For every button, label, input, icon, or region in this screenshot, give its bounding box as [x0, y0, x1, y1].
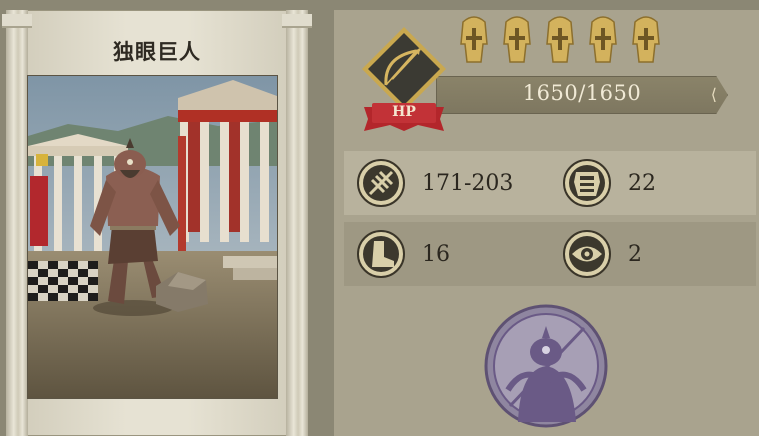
eye-icon — [563, 230, 611, 278]
stat-speed: 16 — [356, 229, 450, 279]
unit-name: 独眼巨人 — [113, 39, 201, 64]
stat-vision: 2 — [562, 229, 642, 279]
helmet-icon — [503, 16, 531, 63]
stat-row: 16 2 — [344, 222, 756, 286]
rank-helmets — [457, 14, 663, 74]
helmet-icon — [460, 16, 488, 63]
class-badge: HP — [358, 23, 450, 135]
helmet-icon — [589, 16, 617, 63]
stat-defense: 22 — [562, 158, 656, 208]
stat-row: 171-203 22 — [344, 151, 756, 215]
hp-value: 1650/1650 — [522, 81, 642, 105]
class-label: HP — [392, 104, 416, 120]
defense-value: 22 — [628, 170, 656, 196]
card-pillar-right — [282, 10, 312, 436]
hp-bar: 1650/1650 ⟨ — [436, 76, 728, 114]
vision-value: 2 — [628, 241, 642, 267]
armor-icon — [563, 159, 611, 207]
damage-value: 171-203 — [422, 170, 514, 196]
unit-stats: 171-203 22 16 2 — [344, 151, 756, 286]
unit-artwork — [27, 75, 278, 399]
boot-icon — [357, 230, 405, 278]
hp-arrow-icon: ⟨ — [710, 85, 717, 104]
speed-value: 16 — [422, 241, 450, 267]
cyclops-portrait-icon — [484, 304, 608, 428]
stat-damage: 171-203 — [356, 158, 513, 208]
helmet-icon — [546, 16, 574, 63]
damage-icon — [357, 159, 405, 207]
card-pillar-left — [2, 10, 32, 436]
helmet-icon — [632, 16, 660, 63]
